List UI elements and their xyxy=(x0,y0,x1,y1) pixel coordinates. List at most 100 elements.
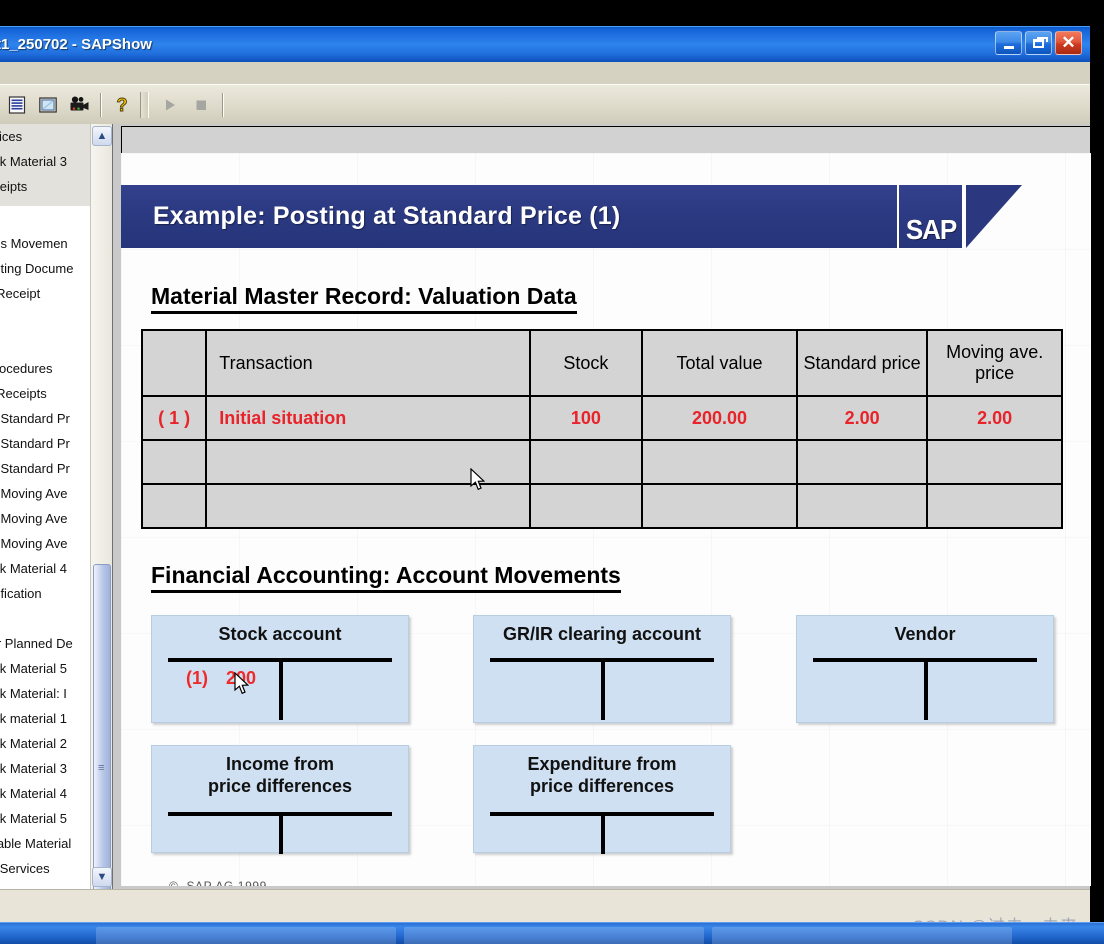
cell-transaction xyxy=(205,439,531,485)
sidebar-scrollbar[interactable]: ▲ ▼ xyxy=(90,124,112,944)
sidebar-item-18[interactable]: erification xyxy=(0,581,90,606)
valuation-data-table: Transaction Stock Total value Standard p… xyxy=(140,329,1063,529)
table-row[interactable] xyxy=(140,483,1063,529)
cell-transaction: Initial situation xyxy=(205,395,531,441)
t-account-vline xyxy=(601,658,605,720)
t-account-expenditure-from-price-differences[interactable]: Expenditure from price differences xyxy=(473,745,731,854)
sidebar-item-7[interactable] xyxy=(0,306,90,331)
cell-standard-price xyxy=(795,483,929,529)
t-account-debit-entry: (1) 200 xyxy=(186,668,256,689)
window-title: t1_250702 - SAPShow xyxy=(0,36,152,53)
table-row[interactable] xyxy=(140,439,1063,485)
close-button[interactable]: ✕ xyxy=(1055,31,1082,55)
t-account-debit-amount: 200 xyxy=(226,668,257,688)
sidebar-item-22[interactable]: ock Material: I xyxy=(0,681,90,706)
sidebar-item-8[interactable] xyxy=(0,331,90,356)
sidebar-item-5[interactable]: unting Docume xyxy=(0,256,90,281)
t-account-title: Income from price differences xyxy=(207,754,353,796)
t-account-grir-clearing-account[interactable]: GR/IR clearing account xyxy=(473,615,731,723)
sidebar-item-14[interactable]: at Moving Ave xyxy=(0,481,90,506)
col-transaction: Transaction xyxy=(205,329,531,397)
sidebar-item-2[interactable]: eceipts xyxy=(0,174,90,199)
t-account-vline xyxy=(279,812,283,854)
outline-view-icon xyxy=(8,95,26,114)
sidebar-item-13[interactable]: at Standard Pr xyxy=(0,456,90,481)
toolbar-region: ? xyxy=(0,62,1090,124)
sidebar-item-17[interactable]: ock Material 4 xyxy=(0,556,90,581)
cell-total-value xyxy=(641,483,798,529)
sidebar-item-28[interactable]: mable Material xyxy=(0,831,90,856)
sidebar-item-9[interactable]: Procedures xyxy=(0,356,90,381)
copyright-icon: © xyxy=(169,879,179,886)
sidebar-item-3[interactable] xyxy=(0,206,90,231)
cell-index: ( 1 ) xyxy=(140,395,208,441)
play-icon xyxy=(166,99,175,110)
cell-index xyxy=(140,483,208,529)
col-stock: Stock xyxy=(528,329,644,397)
sidebar-item-16[interactable]: at Moving Ave xyxy=(0,531,90,556)
col-index xyxy=(140,329,208,397)
sidebar-item-29[interactable]: al Services xyxy=(0,856,90,881)
stop-button[interactable] xyxy=(186,91,216,119)
minimize-icon xyxy=(1003,45,1014,49)
toolbar-grip[interactable] xyxy=(140,91,149,118)
sidebar-item-6[interactable]: s Receipt xyxy=(0,281,90,306)
sidebar-item-10[interactable]: s Receipts xyxy=(0,381,90,406)
taskbar[interactable] xyxy=(0,922,1104,944)
sap-logo-block: SAP xyxy=(897,185,964,248)
sidebar-item-1[interactable]: ock Material 3 xyxy=(0,149,90,174)
sidebar-item-20[interactable]: for Planned De xyxy=(0,631,90,656)
sidebar-item-24[interactable]: ock Material 2 xyxy=(0,731,90,756)
scrollbar-thumb[interactable] xyxy=(93,564,111,944)
scroll-down-icon[interactable]: ▼ xyxy=(92,867,112,887)
sidebar-item-30[interactable] xyxy=(0,881,90,889)
t-account-title: Expenditure from price differences xyxy=(527,754,677,796)
slide-view-button[interactable] xyxy=(33,91,63,119)
taskbar-item-1[interactable] xyxy=(96,927,396,944)
cell-stock: 100 xyxy=(528,395,644,441)
sidebar-item-15[interactable]: at Moving Ave xyxy=(0,506,90,531)
sap-logo: SAP xyxy=(905,214,956,245)
minimize-button[interactable] xyxy=(995,31,1022,55)
cell-moving-average-price xyxy=(926,439,1063,485)
slide-header: Example: Posting at Standard Price (1) S… xyxy=(121,185,1022,248)
svg-text:?: ? xyxy=(117,95,128,115)
play-button[interactable] xyxy=(155,91,185,119)
col-moving-average-price: Moving ave. price xyxy=(926,329,1063,397)
window-controls: ✕ xyxy=(995,31,1082,55)
sidebar-item-19[interactable] xyxy=(0,606,90,631)
cell-moving-average-price: 2.00 xyxy=(926,395,1063,441)
sidebar-item-27[interactable]: ock Material 5 xyxy=(0,806,90,831)
sidebar-item-21[interactable]: ock Material 5 xyxy=(0,656,90,681)
table-header-row: Transaction Stock Total value Standard p… xyxy=(140,329,1063,397)
sidebar-item-4[interactable]: ods Movemen xyxy=(0,231,90,256)
toolbar: ? xyxy=(0,84,1090,124)
sidebar-item-11[interactable]: at Standard Pr xyxy=(0,406,90,431)
taskbar-item-2[interactable] xyxy=(404,927,704,944)
table-row[interactable]: ( 1 ) Initial situation 100 200.00 2.00 … xyxy=(140,395,1063,441)
sidebar-item-23[interactable]: ock material 1 xyxy=(0,706,90,731)
cell-index xyxy=(140,439,208,485)
taskbar-item-3[interactable] xyxy=(712,927,1012,944)
record-camera-button[interactable] xyxy=(64,91,94,119)
t-account-income-from-price-differences[interactable]: Income from price differences xyxy=(151,745,409,854)
t-account-stock-account[interactable]: Stock account (1) 200 xyxy=(151,615,409,723)
t-account-vline xyxy=(601,812,605,854)
t-account-vendor[interactable]: Vendor xyxy=(796,615,1054,723)
sidebar-item-0[interactable]: Prices xyxy=(0,124,90,149)
t-account-vline xyxy=(279,658,283,720)
restore-button[interactable] xyxy=(1025,31,1052,55)
help-button[interactable]: ? xyxy=(107,91,137,119)
desktop-background-right xyxy=(1090,26,1104,922)
slide-canvas[interactable]: Example: Posting at Standard Price (1) S… xyxy=(121,153,1091,886)
window-title-bar[interactable]: t1_250702 - SAPShow ✕ xyxy=(0,26,1090,62)
cell-stock xyxy=(528,439,644,485)
slide-top-band xyxy=(121,126,1091,153)
sidebar-item-25[interactable]: ock Material 3 xyxy=(0,756,90,781)
navigation-sidebar[interactable]: Prices ock Material 3 eceipts ods Moveme… xyxy=(0,124,90,889)
desktop-background-top xyxy=(0,0,1104,26)
sidebar-item-12[interactable]: at Standard Pr xyxy=(0,431,90,456)
sidebar-item-26[interactable]: ock Material 4 xyxy=(0,781,90,806)
outline-view-button[interactable] xyxy=(2,91,32,119)
scroll-up-icon[interactable]: ▲ xyxy=(92,126,112,146)
